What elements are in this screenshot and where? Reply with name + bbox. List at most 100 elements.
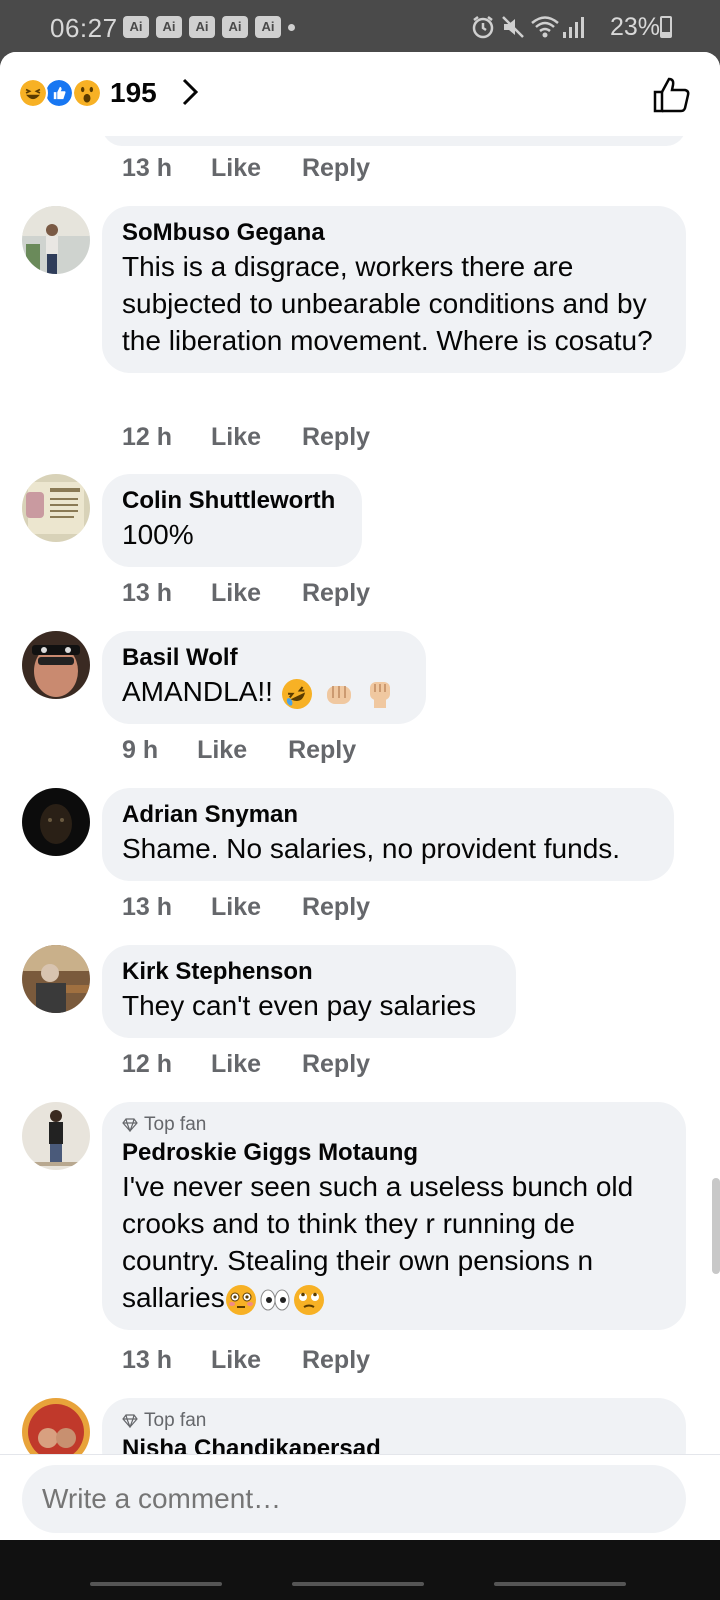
reactions-summary[interactable] (18, 78, 108, 108)
like-reaction-icon (44, 78, 74, 108)
comment-timestamp[interactable]: 13 h (122, 579, 172, 608)
haha-reaction-icon (18, 78, 48, 108)
comment-author[interactable]: Adrian Snyman (122, 800, 654, 830)
comment-like-button[interactable]: Like (211, 893, 261, 922)
ai-notification-icon: Ai (123, 16, 149, 38)
comment-actions: 13 h Like Reply (122, 579, 370, 608)
comment-bubble[interactable]: Kirk Stephenson They can't even pay sala… (102, 945, 516, 1038)
home-button[interactable] (292, 1582, 424, 1586)
comment-text: 100% (122, 519, 194, 550)
avatar[interactable] (22, 631, 90, 699)
comment-author[interactable]: SoMbuso Gegana (122, 218, 666, 248)
top-fan-label: Top fan (144, 1410, 207, 1431)
recent-apps-button[interactable] (90, 1582, 222, 1586)
comment-like-button[interactable]: Like (211, 1346, 261, 1375)
status-bar: 06:27 Ai Ai Ai Ai Ai 23% (0, 0, 720, 52)
comment-bubble[interactable]: Colin Shuttleworth 100% (102, 474, 362, 567)
avatar[interactable] (22, 945, 90, 1013)
avatar[interactable] (22, 1102, 90, 1170)
comment-text: I've never seen such a useless bunch old… (122, 1168, 666, 1316)
alarm-icon (472, 16, 494, 39)
comment-reply-button[interactable]: Reply (302, 154, 370, 183)
comment-like-button[interactable]: Like (211, 154, 261, 183)
comment-bubble[interactable]: Adrian Snyman Shame. No salaries, no pro… (102, 788, 674, 881)
comment-bubble[interactable]: Basil Wolf AMANDLA!! (102, 631, 426, 724)
top-fan-label: Top fan (144, 1114, 207, 1135)
comment-timestamp[interactable]: 13 h (122, 154, 172, 183)
comment-reply-button[interactable]: Reply (302, 423, 370, 452)
comment-author[interactable]: Pedroskie Giggs Motaung (122, 1138, 666, 1168)
comment-text: Shame. No salaries, no provident funds. (122, 833, 621, 864)
comment-timestamp[interactable]: 13 h (122, 893, 172, 922)
comment-actions: 13 h Like Reply (122, 1346, 370, 1375)
comment-timestamp[interactable]: 13 h (122, 1346, 172, 1375)
comment-input[interactable] (22, 1465, 686, 1533)
signal-icon (563, 17, 584, 38)
comment-bubble[interactable]: SoMbuso Gegana This is a disgrace, worke… (102, 206, 686, 373)
comment-actions: 13 h Like Reply (122, 154, 370, 183)
comment-text-line: country. Stealing their own pensions n (122, 1245, 594, 1276)
ai-notification-icon: Ai (189, 16, 215, 38)
comment-author[interactable]: Colin Shuttleworth (122, 486, 342, 516)
chevron-right-icon[interactable] (180, 76, 200, 108)
comment-timestamp[interactable]: 9 h (122, 736, 158, 765)
ai-notification-icon: Ai (222, 16, 248, 38)
comment-like-button[interactable]: Like (197, 736, 247, 765)
comment-timestamp[interactable]: 12 h (122, 423, 172, 452)
reactions-header: 195 (0, 52, 720, 136)
like-post-button[interactable] (652, 76, 692, 114)
battery-icon (660, 16, 672, 38)
clock: 06:27 (50, 13, 118, 43)
comment-reply-button[interactable]: Reply (288, 736, 356, 765)
comment-author[interactable]: Basil Wolf (122, 643, 406, 673)
scrollbar[interactable] (712, 1178, 720, 1274)
comment-reply-button[interactable]: Reply (302, 1346, 370, 1375)
comment-actions: 12 h Like Reply (122, 423, 370, 452)
diamond-icon (122, 1414, 138, 1428)
rofl-emoji-icon (281, 678, 312, 709)
raised-fist-icon (370, 681, 391, 708)
comment-text-line: sallaries (122, 1282, 225, 1313)
comment-actions: 13 h Like Reply (122, 893, 370, 922)
comment-author[interactable]: Kirk Stephenson (122, 957, 496, 987)
system-navigation-bar (0, 1540, 720, 1600)
comment-text-line: I've never seen such a useless bunch old (122, 1171, 634, 1202)
rolling-eyes-emoji-icon (293, 1284, 324, 1315)
comment-like-button[interactable]: Like (211, 1050, 261, 1079)
comments-list: 13 h Like Reply SoMbuso Gegana This is a… (0, 106, 720, 1536)
avatar[interactable] (22, 788, 90, 856)
battery-percent: 23% (609, 13, 660, 41)
comment-text-line: crooks and to think they r running de (122, 1208, 575, 1239)
comment-reply-button[interactable]: Reply (302, 579, 370, 608)
comment-like-button[interactable]: Like (211, 423, 261, 452)
avatar[interactable] (22, 474, 90, 542)
diamond-icon (122, 1118, 138, 1132)
comment-timestamp[interactable]: 12 h (122, 1050, 172, 1079)
comment-like-button[interactable]: Like (211, 579, 261, 608)
eyes-emoji-icon (260, 1289, 290, 1311)
fist-bump-icon (326, 685, 351, 704)
flushed-emoji-icon (225, 1284, 256, 1315)
ai-notification-icon: Ai (255, 16, 281, 38)
mute-icon (502, 16, 524, 38)
comment-text: AMANDLA!! (122, 676, 273, 707)
comment-reply-button[interactable]: Reply (302, 893, 370, 922)
ai-notification-icon: Ai (156, 16, 182, 38)
wifi-icon (531, 16, 559, 38)
comment-text-line-last: sallaries (122, 1279, 666, 1316)
top-fan-badge: Top fan (122, 1410, 666, 1432)
avatar[interactable] (22, 206, 90, 274)
comment-reply-button[interactable]: Reply (302, 1050, 370, 1079)
top-fan-badge: Top fan (122, 1114, 666, 1136)
comments-sheet: 195 13 h Like Reply SoMbuso Gegana This … (0, 52, 720, 1572)
comment-text-line: AMANDLA!! (122, 673, 406, 710)
more-notifications-dot (288, 24, 295, 31)
reaction-count[interactable]: 195 (110, 77, 157, 109)
comment-text: This is a disgrace, workers there are su… (122, 251, 653, 356)
comment-text: They can't even pay salaries (122, 990, 476, 1021)
comment-bubble[interactable]: Top fan Pedroskie Giggs Motaung I've nev… (102, 1102, 686, 1330)
wow-reaction-icon (72, 78, 102, 108)
comment-actions: 12 h Like Reply (122, 1050, 370, 1079)
comment-actions: 9 h Like Reply (122, 736, 356, 765)
back-button[interactable] (494, 1582, 626, 1586)
